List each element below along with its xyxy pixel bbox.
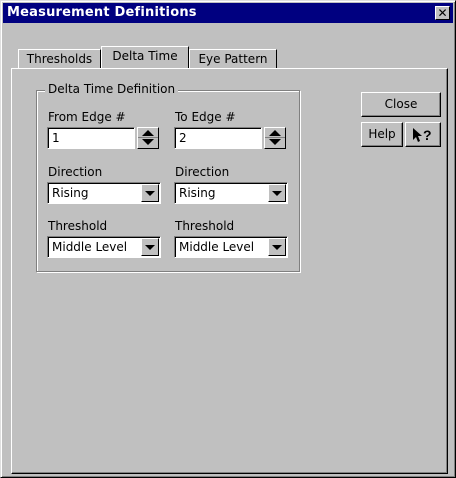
spin-divider	[265, 137, 285, 138]
chevron-down-icon	[272, 191, 282, 196]
to-edge-spinner[interactable]	[264, 127, 286, 149]
from-direction-select[interactable]: Rising	[47, 182, 161, 204]
title-bar: Measurement Definitions ✕	[3, 3, 453, 23]
group-title: Delta Time Definition	[45, 82, 179, 96]
dropdown-button[interactable]	[268, 238, 286, 256]
chevron-down-icon	[145, 191, 155, 196]
spin-up-icon[interactable]	[269, 130, 281, 136]
to-threshold-select[interactable]: Middle Level	[174, 236, 288, 258]
from-direction-value: Rising	[52, 186, 89, 200]
tab-thresholds[interactable]: Thresholds	[18, 49, 101, 69]
spin-down-icon[interactable]	[142, 139, 154, 145]
spin-up-icon[interactable]	[142, 130, 154, 136]
chevron-down-icon	[272, 245, 282, 250]
from-edge-input[interactable]: 1	[47, 127, 135, 149]
to-edge-input[interactable]: 2	[174, 127, 262, 149]
to-direction-value: Rising	[179, 186, 216, 200]
arrow-question-icon: ?	[413, 127, 432, 143]
from-edge-label: From Edge #	[48, 110, 126, 124]
whats-this-button[interactable]: ?	[405, 122, 441, 147]
from-threshold-label: Threshold	[48, 219, 108, 233]
dropdown-button[interactable]	[141, 238, 159, 256]
svg-text:?: ?	[423, 127, 432, 143]
close-icon[interactable]: ✕	[435, 6, 450, 20]
tab-eye-pattern[interactable]: Eye Pattern	[189, 49, 277, 69]
from-threshold-value: Middle Level	[52, 240, 128, 254]
help-button[interactable]: Help	[361, 122, 403, 147]
chevron-down-icon	[145, 245, 155, 250]
from-edge-spinner[interactable]	[137, 127, 159, 149]
spin-divider	[138, 137, 158, 138]
from-threshold-select[interactable]: Middle Level	[47, 236, 161, 258]
close-button[interactable]: Close	[361, 92, 441, 117]
to-edge-value: 2	[179, 131, 187, 145]
tab-delta-time[interactable]: Delta Time	[101, 46, 189, 68]
to-edge-label: To Edge #	[175, 110, 236, 124]
window-title: Measurement Definitions	[7, 5, 197, 20]
from-direction-label: Direction	[48, 165, 103, 179]
measurement-definitions-dialog: Measurement Definitions ✕ Thresholds Del…	[0, 0, 456, 478]
to-threshold-label: Threshold	[175, 219, 235, 233]
to-threshold-value: Middle Level	[179, 240, 255, 254]
dropdown-button[interactable]	[268, 184, 286, 202]
dropdown-button[interactable]	[141, 184, 159, 202]
to-direction-select[interactable]: Rising	[174, 182, 288, 204]
from-edge-value: 1	[52, 131, 60, 145]
to-direction-label: Direction	[175, 165, 230, 179]
spin-down-icon[interactable]	[269, 139, 281, 145]
